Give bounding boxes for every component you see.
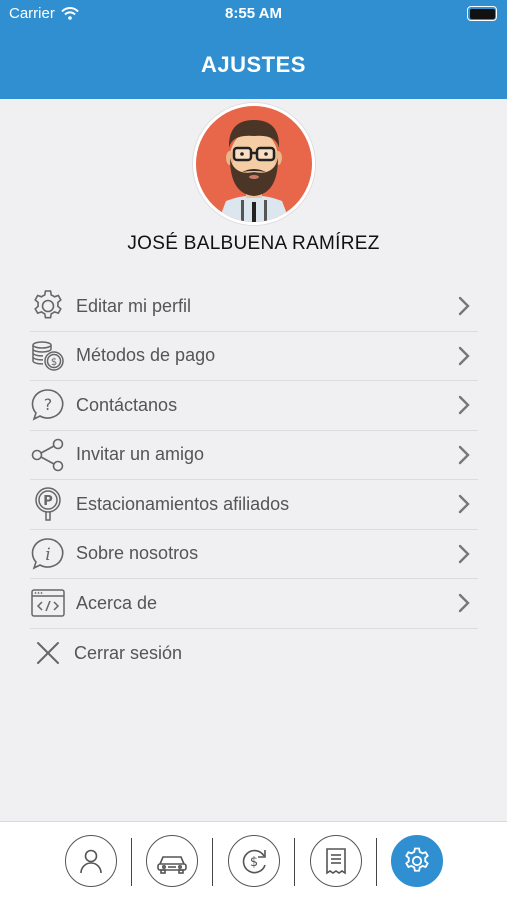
coins-icon: $ xyxy=(30,338,66,374)
chevron-right-icon xyxy=(458,445,470,464)
chevron-right-icon xyxy=(458,396,470,415)
svg-text:?: ? xyxy=(44,395,53,414)
tab-bar: $ xyxy=(0,821,507,900)
tab-vehicles[interactable] xyxy=(146,835,198,887)
chevron-right-icon xyxy=(458,594,470,613)
logout-button[interactable]: Cerrar sesión xyxy=(30,629,478,679)
tab-separator xyxy=(131,838,132,886)
logout-label: Cerrar sesión xyxy=(74,642,183,663)
menu-item-label: Métodos de pago xyxy=(76,345,216,366)
tab-payments[interactable]: $ xyxy=(228,835,280,887)
status-bar: Carrier 8:55 AM xyxy=(0,0,507,28)
tab-separator xyxy=(212,838,213,886)
menu-item-about-us[interactable]: i Sobre nosotros xyxy=(30,530,478,579)
chevron-right-icon xyxy=(458,297,470,316)
menu-item-label: Acerca de xyxy=(76,592,158,613)
battery-icon xyxy=(467,6,497,21)
menu-item-contact[interactable]: ? Contáctanos xyxy=(30,381,478,431)
chevron-right-icon xyxy=(458,544,470,563)
status-time: 8:55 AM xyxy=(225,5,282,22)
menu-item-label: Editar mi perfil xyxy=(76,295,192,316)
chevron-right-icon xyxy=(458,495,470,514)
dollar-refresh-icon: $ xyxy=(242,849,266,874)
parking-pin-icon: P xyxy=(30,486,66,522)
menu-item-edit-profile[interactable]: Editar mi perfil xyxy=(30,282,478,332)
gear-icon xyxy=(405,847,429,872)
avatar[interactable] xyxy=(193,103,315,225)
menu-item-label: Sobre nosotros xyxy=(76,543,199,564)
svg-text:$: $ xyxy=(250,855,258,870)
page-title: AJUSTES xyxy=(201,52,306,77)
user-icon xyxy=(80,849,102,874)
user-name: JOSÉ BALBUENA RAMÍREZ xyxy=(127,233,380,254)
tab-profile[interactable] xyxy=(65,835,117,887)
tab-separator xyxy=(376,838,377,886)
menu-item-about[interactable]: Acerca de xyxy=(30,579,478,629)
menu-item-payment-methods[interactable]: $ Métodos de pago xyxy=(30,332,478,381)
svg-text:i: i xyxy=(45,545,50,565)
avatar-illustration xyxy=(196,106,312,222)
menu-item-label: Estacionamientos afiliados xyxy=(76,493,290,514)
chevron-right-icon xyxy=(458,346,470,365)
menu-item-invite-friend[interactable]: Invitar un amigo xyxy=(30,431,478,480)
info-bubble-icon: i xyxy=(30,536,66,572)
settings-menu: Editar mi perfil $ Métodos de pago ? Con… xyxy=(30,282,478,678)
tab-receipts[interactable] xyxy=(310,835,362,887)
menu-item-affiliated-parking[interactable]: P Estacionamientos afiliados xyxy=(30,480,478,530)
car-icon xyxy=(157,856,187,874)
svg-text:P: P xyxy=(43,494,53,509)
code-window-icon xyxy=(30,585,66,621)
menu-item-label: Invitar un amigo xyxy=(76,444,205,465)
close-icon xyxy=(30,635,66,671)
menu-item-label: Contáctanos xyxy=(76,394,178,415)
svg-text:$: $ xyxy=(51,357,57,368)
tab-separator xyxy=(294,838,295,886)
share-icon xyxy=(30,437,66,473)
gear-icon xyxy=(30,288,66,324)
tab-settings[interactable] xyxy=(391,835,443,887)
question-bubble-icon: ? xyxy=(30,387,66,423)
app-header: Carrier 8:55 AM AJUSTES xyxy=(0,0,507,99)
receipt-icon xyxy=(326,848,346,875)
